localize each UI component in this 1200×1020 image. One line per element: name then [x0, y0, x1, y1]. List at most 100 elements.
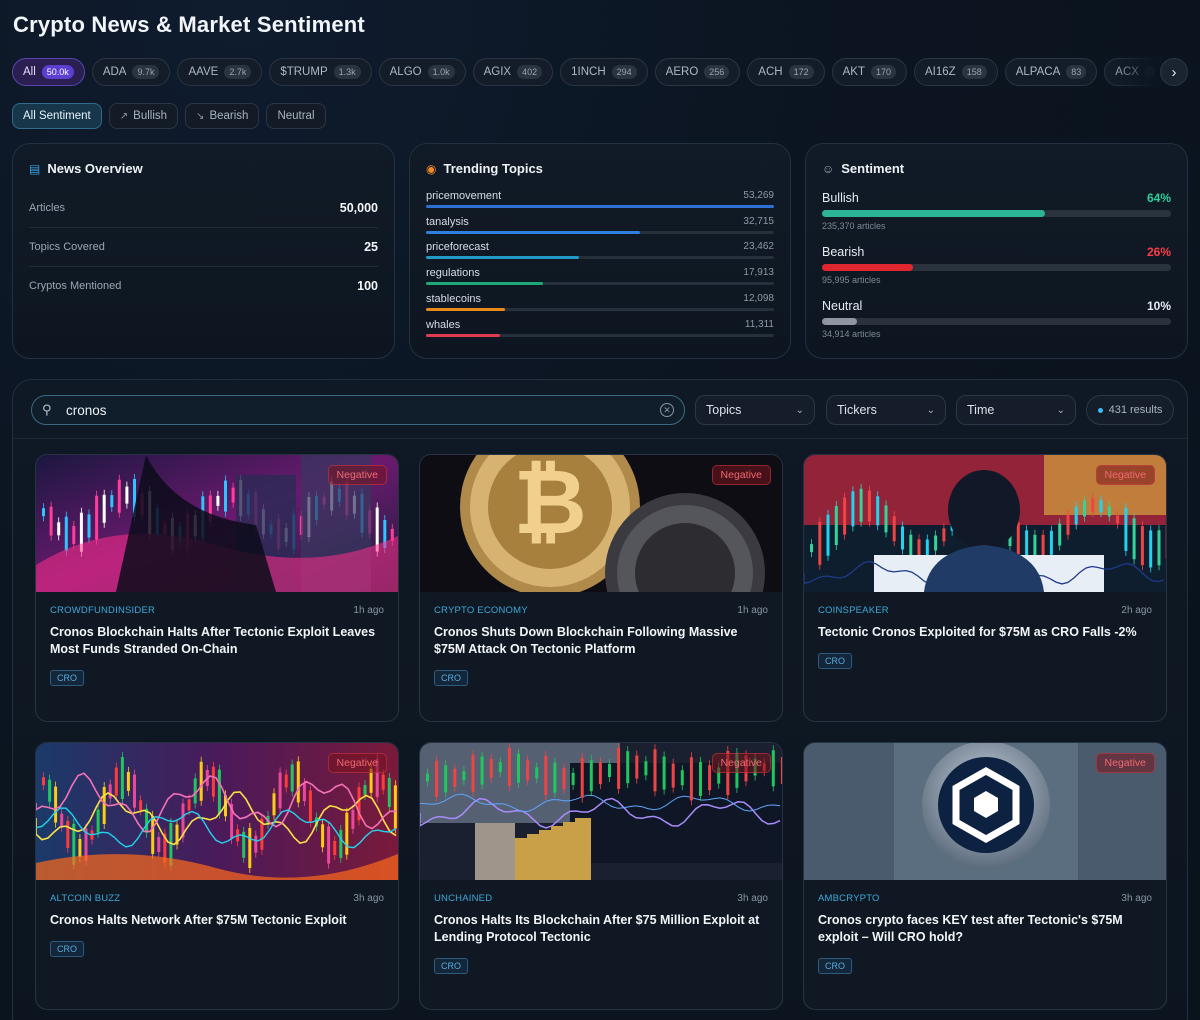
overview-label: Articles	[29, 202, 66, 214]
ticker-chip[interactable]: ADA 9.7k	[91, 58, 171, 86]
ticker-count: 158	[961, 65, 987, 79]
news-overview-title: News Overview	[47, 161, 143, 176]
news-panel: ⚲ ✕ Topics ⌄ Tickers ⌄ Time ⌄ 431 result…	[12, 379, 1188, 1020]
ticker-chip[interactable]: ALPACA 83	[1004, 58, 1098, 86]
trending-topics-card: ◉ Trending Topics pricemovement 53,269 tan…	[409, 143, 791, 359]
ticker-label: ALGO	[389, 66, 422, 78]
ticker-chip[interactable]: ALGO 1.0k	[378, 58, 466, 86]
news-headline[interactable]: Cronos crypto faces KEY test after Tecto…	[818, 912, 1152, 946]
ticker-chip[interactable]: All 50.0k	[12, 58, 85, 86]
news-headline[interactable]: Cronos Halts Its Blockchain After $75 Mi…	[434, 912, 768, 946]
ticker-label: ACH	[758, 66, 783, 78]
ticker-tag[interactable]: CRO	[50, 670, 84, 686]
topic-item[interactable]: whales 11,311	[426, 319, 774, 343]
news-card[interactable]: Negative ALTCOIN BUZZ 3h ago Cronos Halts N…	[35, 742, 399, 1010]
topic-count: 32,715	[743, 215, 774, 227]
news-headline[interactable]: Cronos Shuts Down Blockchain Following M…	[434, 624, 768, 658]
ticker-chip[interactable]: AKT 170	[831, 58, 908, 86]
sentiment-badge: Negative	[1095, 753, 1155, 773]
news-source[interactable]: CRYPTO ECONOMY	[434, 605, 528, 616]
sentiment-bar-fill	[822, 210, 1046, 217]
news-source[interactable]: ALTCOIN BUZZ	[50, 893, 120, 904]
flame-icon: ◉	[426, 161, 437, 176]
topics-dropdown-label: Topics	[706, 403, 742, 417]
sentiment-badge: Negative	[327, 465, 387, 485]
ticker-label: All	[23, 66, 36, 78]
tickers-dropdown[interactable]: Tickers ⌄	[826, 395, 946, 425]
ticker-tag[interactable]: CRO	[818, 958, 852, 974]
sentiment-filter-bearish[interactable]: ↘ Bearish	[185, 103, 260, 129]
sentiment-filter-neutral[interactable]: Neutral	[266, 103, 326, 129]
topic-bar	[426, 282, 774, 286]
news-card[interactable]: Negative COINSPEAKER 2h ago Tectonic Cronos…	[803, 454, 1167, 722]
sentiment-filter-label: Bearish	[209, 110, 249, 122]
topic-row: pricemovement 53,269	[426, 190, 774, 202]
ticker-tag[interactable]: CRO	[818, 653, 852, 669]
search-input[interactable]	[66, 402, 660, 418]
time-dropdown[interactable]: Time ⌄	[956, 395, 1076, 425]
ticker-chip[interactable]: ACH 172	[747, 58, 825, 86]
ticker-chip[interactable]: AAVE 2.7k	[177, 58, 263, 86]
scroll-right-button[interactable]: ›	[1160, 58, 1188, 86]
clear-search-icon[interactable]: ✕	[660, 403, 674, 417]
overview-row-cryptos: Cryptos Mentioned 100	[29, 266, 378, 305]
sentiment-filter-all-sentiment[interactable]: All Sentiment	[12, 103, 102, 129]
topic-bar	[426, 205, 774, 208]
smiley-icon: ☺	[822, 161, 835, 176]
topic-bar	[426, 256, 774, 260]
topics-dropdown[interactable]: Topics ⌄	[695, 395, 815, 425]
ticker-count: 50.0k	[41, 65, 74, 79]
sentiment-row: Neutral 10%	[822, 299, 1171, 313]
ticker-chip[interactable]: AGIX 402	[472, 58, 554, 86]
sentiment-article-count: 95,995 articles	[822, 275, 881, 285]
news-source[interactable]: COINSPEAKER	[818, 605, 889, 616]
news-source[interactable]: CROWDFUNDINSIDER	[50, 605, 155, 616]
news-headline[interactable]: Cronos Blockchain Halts After Tectonic E…	[50, 624, 384, 658]
ticker-filter-row: All 50.0k ADA 9.7k AAVE 2.7k $TRUMP 1.3k ALGO 1.0…	[12, 58, 1162, 86]
page-title: Crypto News & Market Sentiment	[13, 12, 365, 37]
topic-item[interactable]: priceforecast 23,462	[426, 241, 774, 265]
topic-item[interactable]: pricemovement 53,269	[426, 190, 774, 214]
sentiment-row: Bullish 64%	[822, 191, 1171, 205]
ticker-count: 83	[1066, 65, 1087, 79]
ticker-chip[interactable]: 1INCH 294	[560, 58, 648, 86]
search-box[interactable]: ⚲ ✕	[31, 395, 685, 425]
topic-item[interactable]: regulations 17,913	[426, 267, 774, 291]
topic-count: 23,462	[743, 241, 774, 253]
ticker-label: ADA	[102, 66, 127, 78]
ticker-chip[interactable]: $TRUMP 1.3k	[269, 58, 372, 86]
topic-bar	[426, 307, 774, 311]
trending-title: Trending Topics	[443, 161, 543, 176]
ticker-chip[interactable]: AI16Z 158	[914, 58, 998, 86]
sentiment-bar	[822, 210, 1171, 217]
news-card[interactable]: Negative UNCHAINED 3h ago Cronos Halts Its …	[419, 742, 783, 1010]
news-source[interactable]: UNCHAINED	[434, 893, 492, 904]
topic-item[interactable]: tanalysis 32,715	[426, 216, 774, 240]
search-icon: ⚲	[42, 402, 52, 417]
sentiment-filter-bullish[interactable]: ↗ Bullish	[108, 103, 179, 129]
ticker-label: AGIX	[483, 66, 512, 78]
news-headline[interactable]: Cronos Halts Network After $75M Tectonic…	[50, 912, 384, 929]
ticker-label: AAVE	[188, 66, 219, 78]
news-card[interactable]: Negative AMBCRYPTO 3h ago Cronos crypto fac…	[803, 742, 1167, 1010]
news-headline[interactable]: Tectonic Cronos Exploited for $75M as CR…	[818, 624, 1152, 641]
sentiment-title: Sentiment	[841, 161, 905, 176]
news-card[interactable]: ₿ Negative CRYPTO ECONOMY 1h ago Cronos Shut…	[419, 454, 783, 722]
ticker-chip[interactable]: ACX 75	[1104, 58, 1162, 86]
sentiment-article-count: 235,370 articles	[822, 221, 886, 231]
ticker-tag[interactable]: CRO	[434, 958, 468, 974]
time-dropdown-label: Time	[967, 403, 995, 417]
ticker-tag[interactable]: CRO	[50, 941, 84, 957]
sentiment-bar-fill	[822, 264, 913, 271]
ticker-tag[interactable]: CRO	[434, 670, 468, 686]
ticker-chip[interactable]: AERO 256	[654, 58, 741, 86]
news-source[interactable]: AMBCRYPTO	[818, 893, 880, 904]
topic-bar	[426, 333, 774, 337]
sentiment-bar-fill	[822, 318, 857, 325]
sentiment-bar	[822, 264, 1171, 271]
topic-bar-fill	[426, 282, 543, 286]
chevron-down-icon: ⌄	[795, 404, 804, 416]
topic-item[interactable]: stablecoins 12,098	[426, 293, 774, 317]
sentiment-row: Bearish 26%	[822, 245, 1171, 259]
news-card[interactable]: Negative CROWDFUNDINSIDER 1h ago Cronos Blo…	[35, 454, 399, 722]
